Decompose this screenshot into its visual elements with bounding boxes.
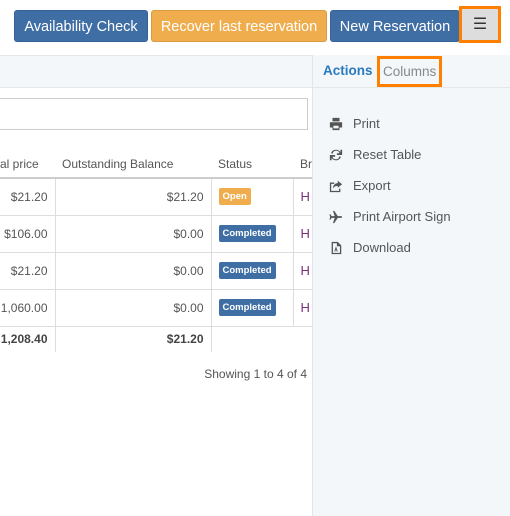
tab-columns[interactable]: Columns: [377, 56, 443, 87]
status-badge: Completed: [218, 225, 276, 242]
outstanding-balance-cell: $0.00: [54, 288, 212, 327]
export-icon: [329, 180, 343, 192]
action-reset-table[interactable]: Reset Table: [329, 147, 421, 162]
table-row[interactable]: 1,060.00 $0.00 Completed H: [0, 288, 320, 327]
outstanding-balance-cell: $0.00: [54, 251, 212, 290]
outstanding-balance-sum: $21.20: [54, 325, 212, 352]
status-badge: Open: [218, 188, 251, 206]
status-badge: Completed: [218, 299, 276, 316]
action-print[interactable]: Print: [329, 116, 380, 131]
status-badge: Completed: [218, 262, 276, 279]
pdf-file-icon: [331, 241, 342, 254]
plane-icon: [329, 210, 343, 223]
outstanding-balance-cell: $0.00: [54, 214, 212, 253]
recover-reservation-button[interactable]: Recover last reservation: [151, 10, 327, 42]
refresh-icon: [329, 149, 343, 160]
printer-icon: [329, 117, 343, 130]
status-cell: Completed: [210, 214, 294, 253]
total-price-cell: $21.20: [0, 177, 56, 216]
totals-row: 1,208.40 $21.20: [0, 325, 319, 352]
availability-check-button[interactable]: Availability Check: [14, 10, 148, 42]
col-outstanding-balance[interactable]: Outstanding Balance: [55, 150, 211, 179]
hamburger-menu-button[interactable]: ☰: [459, 6, 501, 43]
action-download[interactable]: Download: [329, 240, 411, 255]
col-status[interactable]: Status: [211, 150, 293, 179]
table-toolbar: [0, 55, 312, 88]
action-print-airport-sign[interactable]: Print Airport Sign: [329, 209, 451, 224]
tab-actions[interactable]: Actions: [323, 63, 373, 78]
total-price-cell: $106.00: [0, 214, 56, 253]
pagination-info: Showing 1 to 4 of 4: [204, 367, 307, 381]
status-cell: Completed: [210, 251, 294, 290]
total-price-cell: $21.20: [0, 251, 56, 290]
table-row[interactable]: $106.00 $0.00 Completed H: [0, 214, 320, 253]
reservations-table: al price Outstanding Balance Status Br $…: [0, 150, 320, 352]
total-price-cell: 1,060.00: [0, 288, 56, 327]
col-total-price[interactable]: al price: [0, 150, 55, 179]
search-input[interactable]: [0, 98, 308, 130]
new-reservation-button[interactable]: New Reservation: [330, 10, 460, 42]
table-row[interactable]: $21.20 $21.20 Open H: [0, 177, 320, 216]
status-cell: Open: [210, 177, 294, 216]
hamburger-icon: ☰: [472, 16, 488, 33]
status-cell: Completed: [210, 288, 294, 327]
table-row[interactable]: $21.20 $0.00 Completed H: [0, 251, 320, 290]
total-price-sum: 1,208.40: [0, 325, 56, 352]
action-export[interactable]: Export: [329, 178, 391, 193]
outstanding-balance-cell: $21.20: [54, 177, 212, 216]
side-panel: Actions Columns Print Reset Table Export…: [312, 55, 510, 516]
